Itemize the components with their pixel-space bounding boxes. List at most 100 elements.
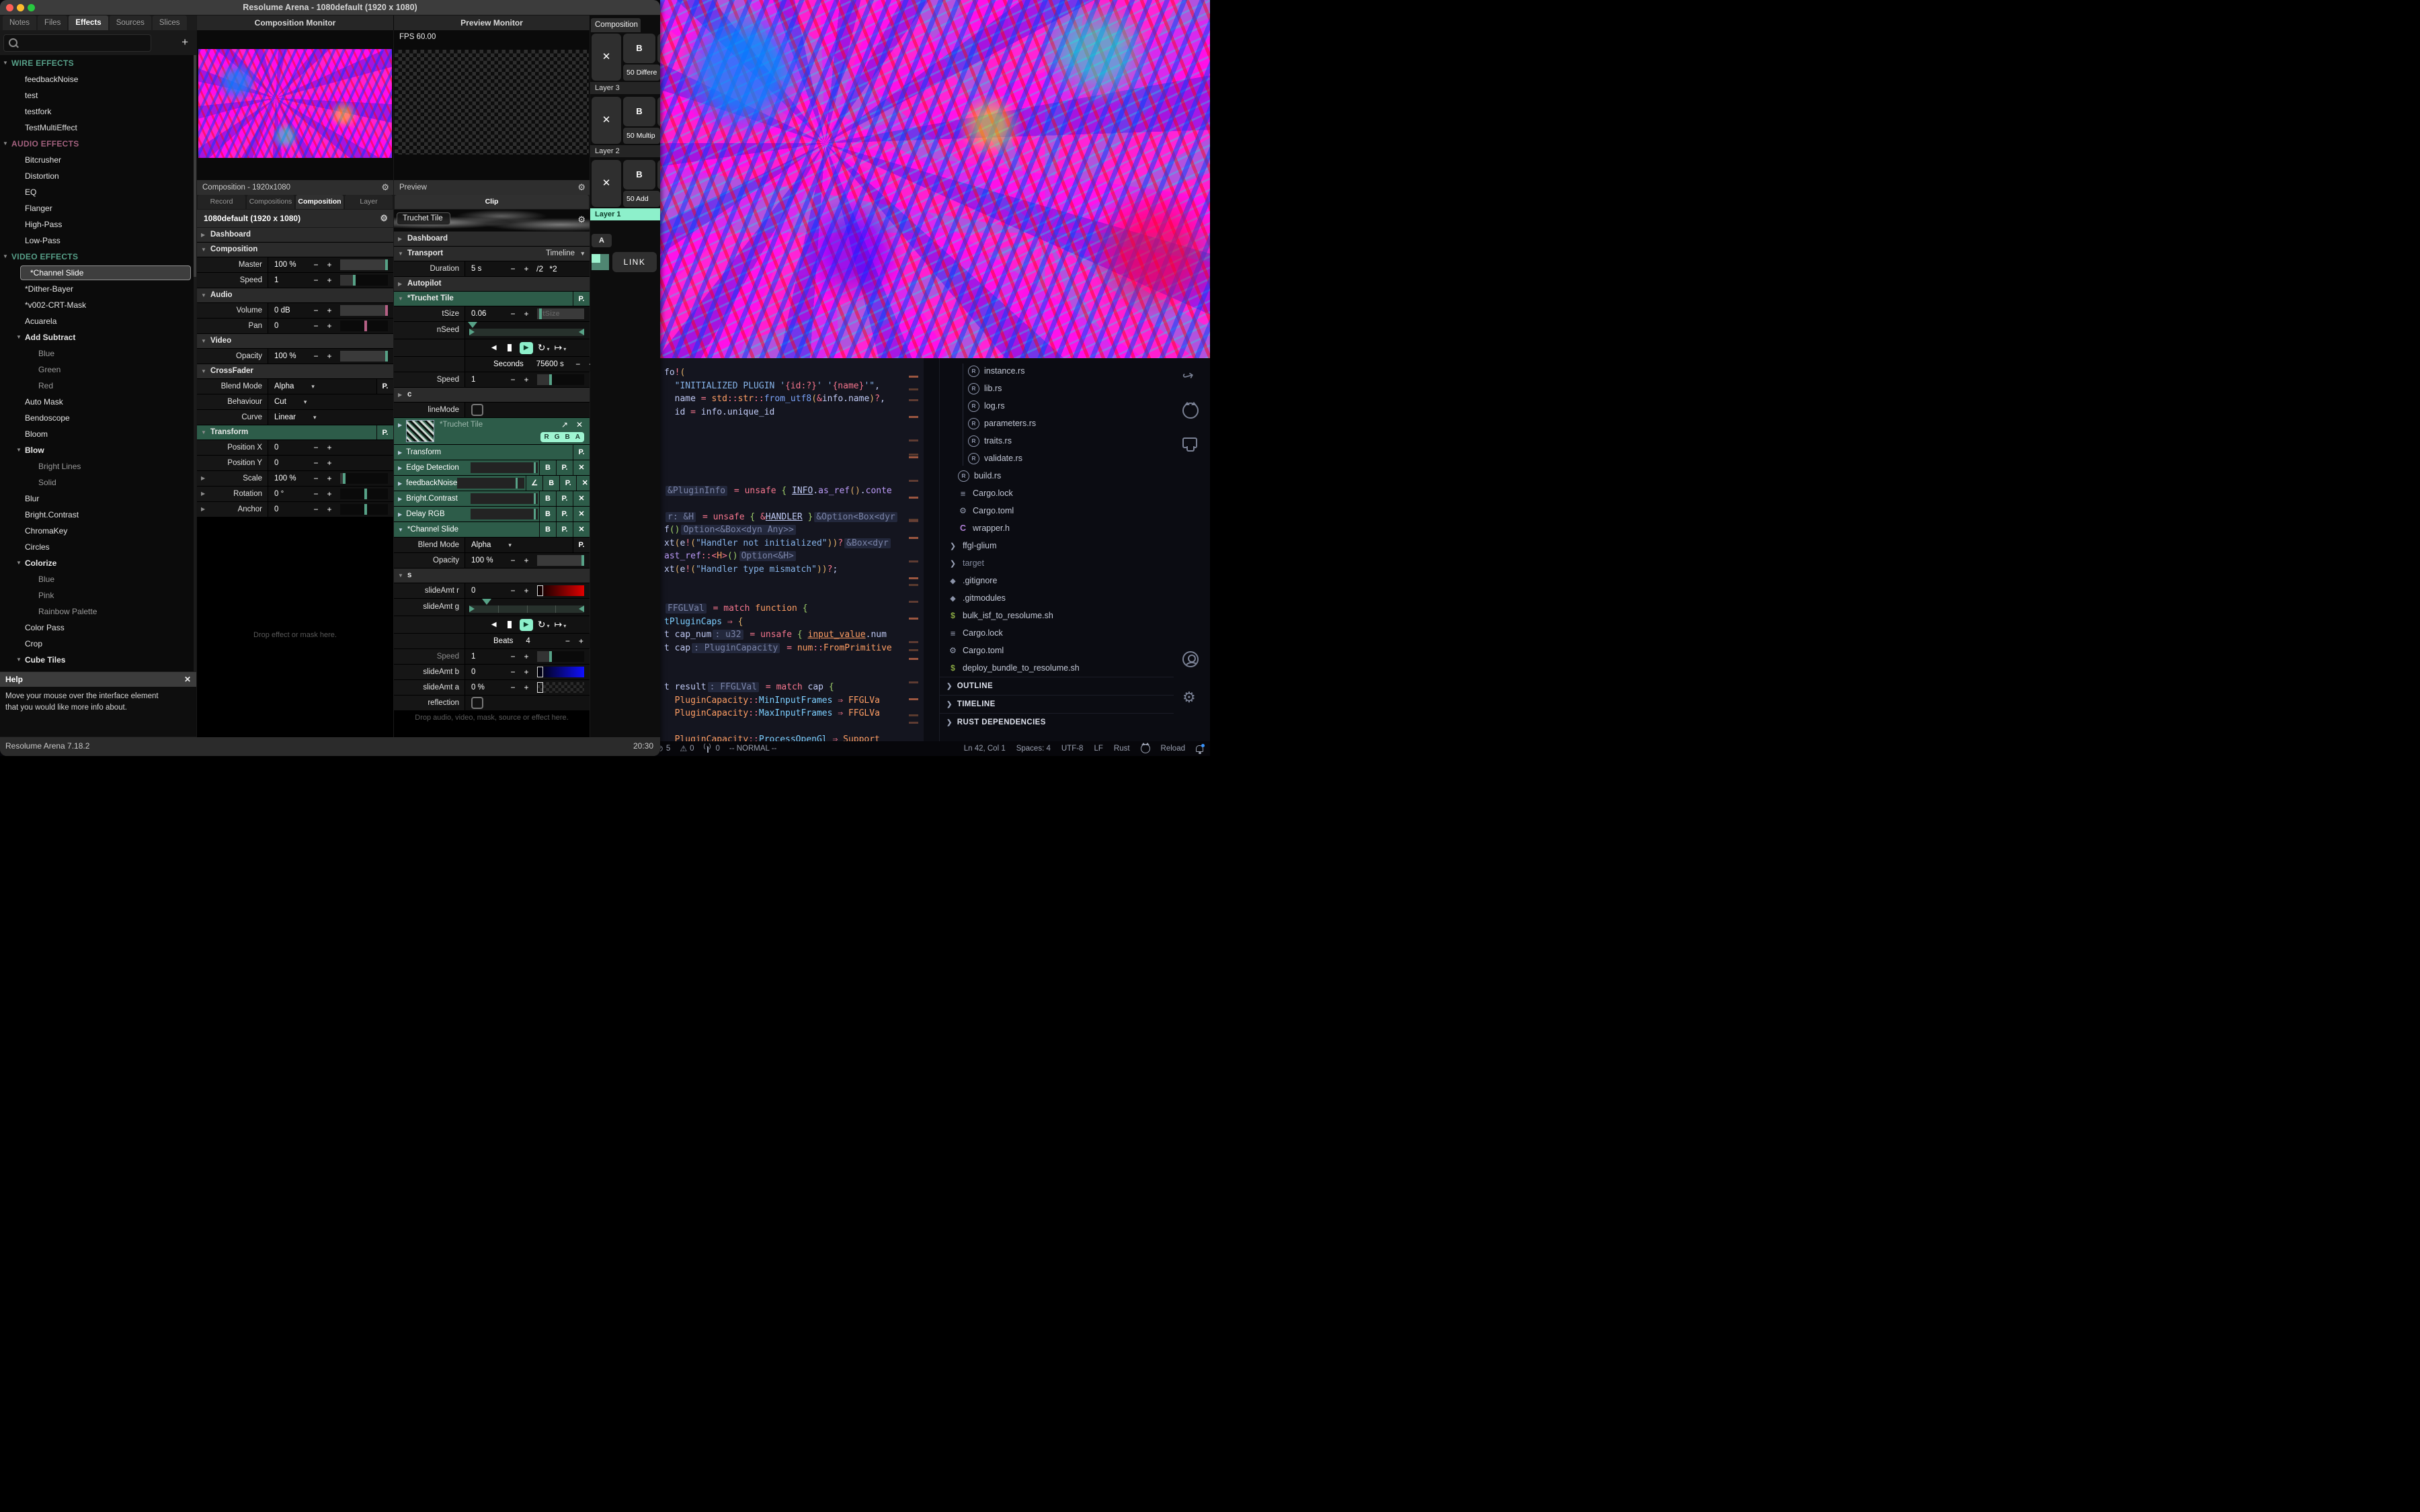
param-slider[interactable]	[340, 275, 388, 286]
effects-tree-item[interactable]: ▼WIRE EFFECTS	[0, 55, 194, 71]
section-c[interactable]: ▶c	[394, 388, 590, 402]
minimap[interactable]	[909, 361, 918, 737]
file-row-deploy_bundle_to_resolume-sh[interactable]: $deploy_bundle_to_resolume.sh	[940, 659, 1174, 677]
status-item[interactable]: 0	[703, 745, 719, 753]
param-value[interactable]: 0	[465, 587, 506, 595]
remove-effect-button[interactable]: ✕	[573, 491, 590, 506]
chevron-down-icon[interactable]: ▾	[508, 542, 512, 549]
layer-bypass-button[interactable]: B	[623, 34, 655, 63]
section-dashboard[interactable]: ▶Dashboard	[394, 232, 590, 246]
loop-button[interactable]: ↻▾	[538, 342, 550, 353]
layer-bypass-button[interactable]: B	[623, 160, 655, 190]
triangle-right-icon[interactable]: ▶	[201, 502, 205, 517]
increment-button[interactable]: +	[574, 636, 588, 646]
layer-clear-button[interactable]: ✕	[592, 160, 621, 207]
dropdown-value[interactable]: Alpha	[268, 382, 294, 390]
increment-button[interactable]: +	[520, 652, 533, 661]
decrement-button[interactable]: −	[506, 652, 520, 661]
triangle-down-icon[interactable]: ▼	[201, 288, 206, 302]
section-composition[interactable]: ▼Composition	[197, 243, 393, 257]
effects-tree-item[interactable]: ▼AUDIO EFFECTS	[0, 136, 194, 152]
gear-icon[interactable]: ⚙	[577, 180, 586, 195]
decrement-button[interactable]: −	[309, 276, 323, 285]
effect-header-transform[interactable]: ▼TransformP.	[197, 425, 393, 439]
link-button[interactable]: LINK	[612, 252, 657, 272]
effects-tree-item[interactable]: ▼Blow	[0, 442, 194, 458]
share-icon[interactable]: ↪	[1180, 366, 1196, 385]
layer-extra-button[interactable]	[657, 160, 660, 190]
chevron-down-icon[interactable]: ▾	[311, 383, 315, 390]
expand-icon[interactable]: ↗	[561, 420, 568, 429]
increment-button[interactable]: +	[323, 505, 336, 514]
effects-tree-item[interactable]: Blur	[0, 491, 194, 507]
channel-g[interactable]: G	[555, 433, 560, 441]
status-item[interactable]: Rust	[1114, 745, 1130, 753]
status-item[interactable]: ⚠0	[680, 744, 694, 753]
sidebar-tab-slices[interactable]: Slices	[153, 15, 187, 30]
layer-name[interactable]: Layer 1	[590, 208, 660, 220]
title-bar[interactable]: Resolume Arena - 1080default (1920 x 108…	[0, 0, 660, 15]
slider-marker[interactable]	[385, 351, 388, 362]
param-slider[interactable]: tSize	[537, 308, 584, 319]
triangle-right-icon[interactable]: ▶	[398, 496, 402, 502]
decrement-button[interactable]: −	[309, 474, 323, 483]
slider-marker[interactable]	[549, 651, 552, 662]
slider-marker[interactable]	[581, 555, 584, 566]
param-value[interactable]: 100 %	[465, 556, 506, 564]
effect-opacity-slider[interactable]	[471, 462, 538, 473]
effects-tree-item[interactable]: ChromaKey	[0, 523, 194, 539]
increment-button[interactable]: +	[323, 489, 336, 499]
code-text[interactable]: fo!( "INITIALIZED PLUGIN '{id:?}' '{name…	[664, 366, 899, 741]
param-value[interactable]: 1	[465, 653, 506, 661]
status-item[interactable]: ⊘5	[661, 743, 670, 754]
file-row-wrapper-h[interactable]: Cwrapper.h	[940, 519, 1174, 537]
tree-expand-icon[interactable]: ▼	[16, 329, 22, 345]
scrubber-end-marker[interactable]	[579, 329, 584, 335]
decrement-button[interactable]: −	[309, 458, 323, 468]
effects-tree-item[interactable]: Circles	[0, 539, 194, 555]
param-value[interactable]: 0	[268, 322, 309, 330]
param-value[interactable]: 75600 s	[530, 360, 571, 368]
layer-blend-mode[interactable]: 50 Add	[623, 191, 660, 207]
tree-expand-icon[interactable]: ▼	[3, 136, 8, 152]
effects-tree-item[interactable]: test	[0, 87, 194, 103]
effects-tree-item[interactable]: ▼Colorize	[0, 555, 194, 571]
param-mode-button[interactable]: P.	[376, 425, 393, 439]
file-row-validate-rs[interactable]: Rvalidate.rs	[940, 450, 1174, 467]
effects-tree-item[interactable]: Blue	[0, 571, 194, 587]
double-button[interactable]: *2	[547, 264, 560, 274]
effect-header--truchet-tile[interactable]: ▼*Truchet TileP.	[394, 292, 590, 306]
effects-tree-item[interactable]: *Channel Slide	[0, 265, 194, 281]
play-button[interactable]: ▶	[520, 619, 533, 631]
effects-tree-item[interactable]: Color Pass	[0, 620, 194, 636]
file-row-parameters-rs[interactable]: Rparameters.rs	[940, 415, 1174, 432]
tree-expand-icon[interactable]: ▼	[3, 249, 8, 265]
checkbox[interactable]	[471, 697, 483, 709]
param-value[interactable]: 1	[268, 276, 309, 284]
remove-effect-button[interactable]: ✕	[573, 522, 590, 537]
status-item[interactable]: Spaces: 4	[1016, 745, 1051, 753]
triangle-right-icon[interactable]: ▶	[201, 228, 205, 242]
slider-marker[interactable]	[549, 374, 552, 385]
tab-composition[interactable]: Composition	[296, 195, 344, 209]
clip-thumbnail-strip[interactable]: Truchet Tile ⚙	[394, 210, 590, 231]
increment-button[interactable]: +	[323, 321, 336, 331]
scrubber-track[interactable]	[469, 329, 584, 336]
param-slider[interactable]	[340, 504, 388, 515]
layer-clear-button[interactable]: ✕	[592, 34, 621, 81]
effects-tree-item[interactable]: Bitcrusher	[0, 152, 194, 168]
status-item[interactable]: Ln 42, Col 1	[964, 745, 1006, 753]
effects-tree-item[interactable]: Crop	[0, 636, 194, 652]
tree-expand-icon[interactable]: ▼	[16, 652, 22, 668]
slider-marker[interactable]	[343, 473, 346, 484]
increment-button[interactable]: +	[323, 458, 336, 468]
effect-opacity-slider[interactable]	[471, 493, 538, 504]
param-slider[interactable]	[537, 374, 584, 385]
effects-tree-item[interactable]: Rainbow Palette	[0, 603, 194, 620]
section-crossfader[interactable]: ▼CrossFader	[197, 364, 393, 378]
increment-button[interactable]: +	[323, 443, 336, 452]
effects-tree-item[interactable]: Distortion	[0, 168, 194, 184]
channel-r[interactable]: R	[544, 433, 549, 441]
file-row-log-rs[interactable]: Rlog.rs	[940, 397, 1174, 415]
chevron-down-icon[interactable]: ▾	[313, 414, 317, 421]
